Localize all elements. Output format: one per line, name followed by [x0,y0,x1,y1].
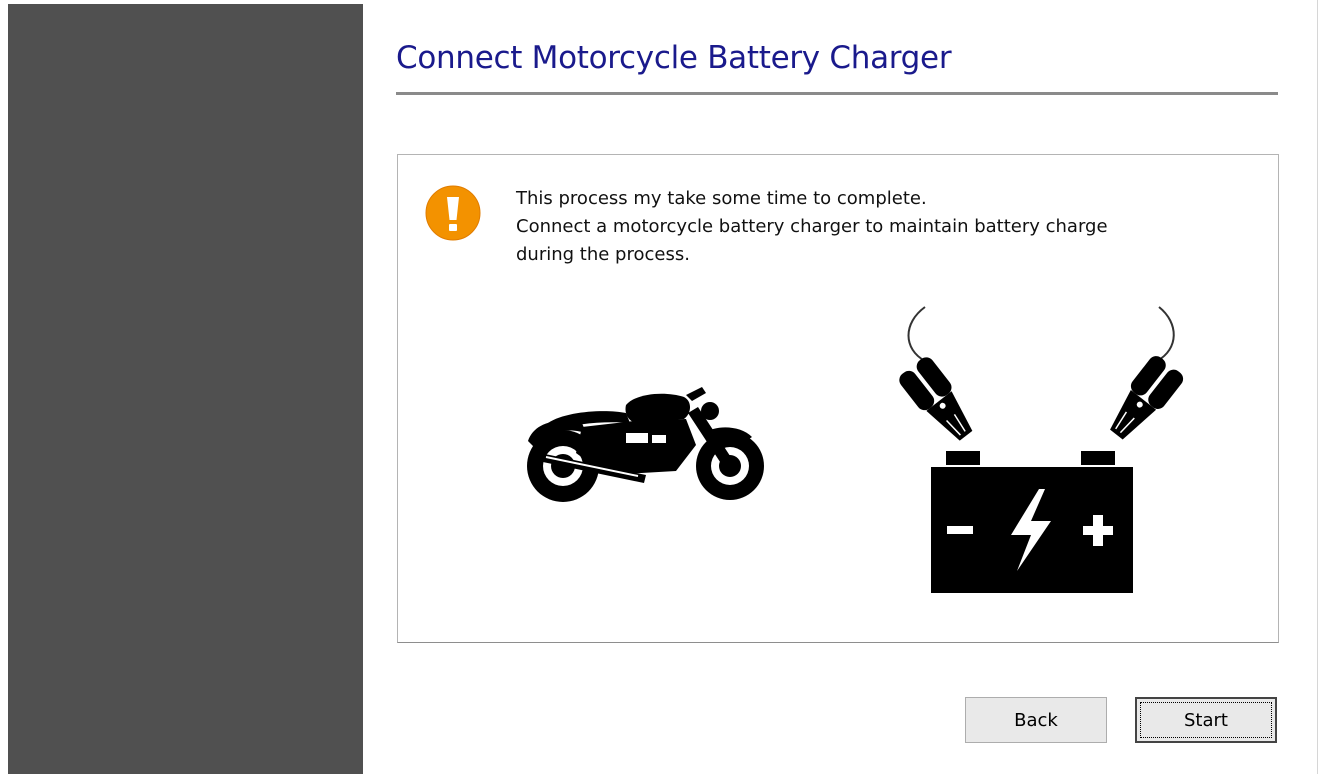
sidebar-panel [8,4,363,774]
notice-line-1: This process my take some time to comple… [516,188,927,209]
notice-message: This process my take some time to comple… [516,185,1256,269]
notice-line-3: during the process. [516,244,690,265]
car-battery-with-clamps-icon [899,306,1184,593]
title-divider [396,92,1278,95]
notice-panel: This process my take some time to comple… [397,154,1279,643]
motorcycle-icon [527,387,764,502]
start-button[interactable]: Start [1135,697,1277,743]
warning-exclamation-icon [425,185,481,241]
wizard-window: Connect Motorcycle Battery Charger This … [0,0,1325,774]
window-edge [0,0,8,774]
page-title: Connect Motorcycle Battery Charger [396,40,952,76]
window-right-border [1317,0,1318,774]
focus-rectangle [1140,702,1272,738]
back-button[interactable]: Back [965,697,1107,743]
notice-line-2: Connect a motorcycle battery charger to … [516,216,1108,237]
